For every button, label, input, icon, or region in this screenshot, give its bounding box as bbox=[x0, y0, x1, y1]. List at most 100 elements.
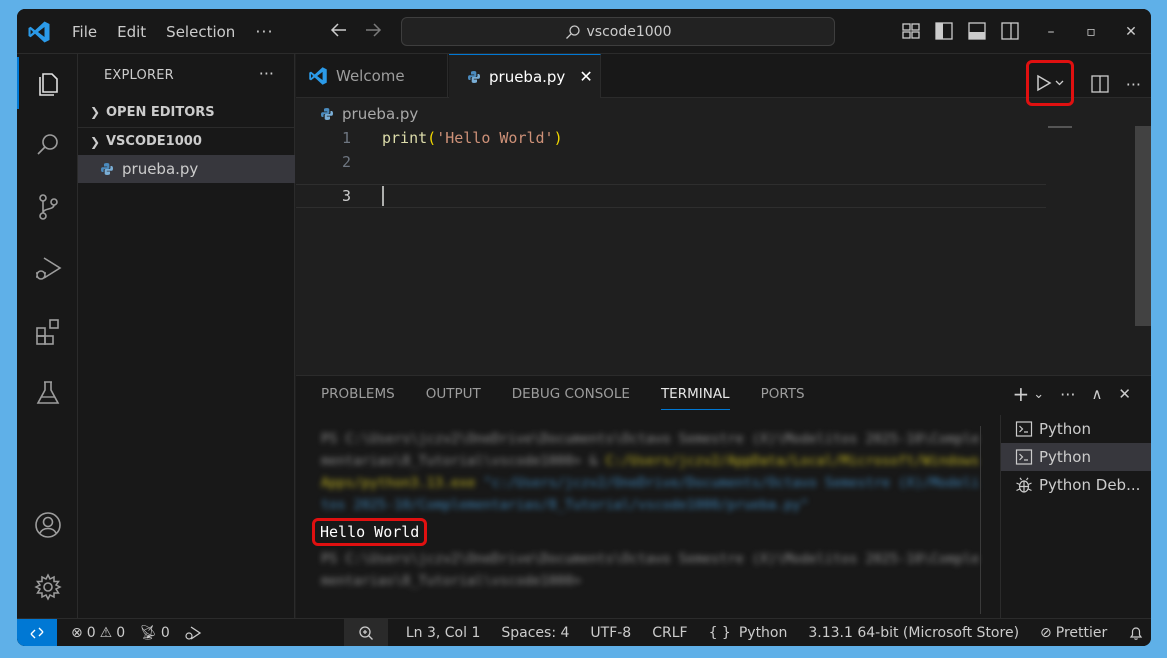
debug-icon bbox=[1016, 477, 1032, 493]
debug-status[interactable] bbox=[184, 624, 202, 642]
more-actions-button[interactable]: ··· bbox=[1126, 75, 1141, 94]
terminal-list: Python Python Python Deb... bbox=[1000, 415, 1151, 619]
vscode-logo-icon[interactable] bbox=[27, 20, 51, 44]
toggle-panel-icon[interactable] bbox=[967, 21, 987, 41]
close-tab-button[interactable]: ✕ bbox=[579, 67, 592, 86]
editor-scrollbar[interactable] bbox=[1135, 126, 1151, 326]
minimap[interactable] bbox=[1048, 126, 1072, 128]
forward-arrow-icon[interactable] bbox=[363, 19, 383, 41]
problems-status[interactable]: ⊗ 0 ⚠ 0 bbox=[71, 625, 125, 641]
tab-output[interactable]: OUTPUT bbox=[426, 376, 481, 412]
restore-button[interactable]: ▫ bbox=[1071, 9, 1111, 54]
python-interpreter[interactable]: 3.13.1 64-bit (Microsoft Store) bbox=[808, 625, 1019, 641]
command-center-search[interactable]: vscode1000 bbox=[401, 17, 835, 46]
run-debug-activity[interactable] bbox=[17, 243, 78, 295]
search-text: vscode1000 bbox=[586, 23, 672, 40]
maximize-panel-button[interactable]: ∧ bbox=[1091, 385, 1102, 403]
text-cursor bbox=[382, 186, 384, 206]
layout-controls bbox=[901, 21, 1020, 41]
prohibited-icon: ⊘ bbox=[1040, 624, 1052, 641]
title-bar: File Edit Selection ··· vscode1000 – ▫ ✕ bbox=[17, 9, 1151, 54]
vscode-window: File Edit Selection ··· vscode1000 – ▫ ✕ bbox=[17, 9, 1151, 646]
bell-icon bbox=[1130, 626, 1143, 640]
breadcrumb-file: prueba.py bbox=[342, 105, 419, 123]
account-icon bbox=[34, 512, 61, 538]
line-number: 1 bbox=[341, 129, 351, 147]
language-mode[interactable]: { } Python bbox=[709, 625, 788, 641]
chevron-down-icon[interactable]: ⌄ bbox=[1033, 387, 1044, 402]
menu-selection[interactable]: Selection bbox=[166, 23, 235, 41]
bottom-panel: PROBLEMS OUTPUT DEBUG CONSOLE TERMINAL P… bbox=[296, 375, 1151, 619]
cursor-position[interactable]: Ln 3, Col 1 bbox=[406, 625, 481, 641]
terminal-scrollbar[interactable] bbox=[980, 426, 981, 614]
remote-indicator[interactable] bbox=[17, 618, 57, 646]
terminal-item[interactable]: Python bbox=[1001, 443, 1151, 471]
tab-problems[interactable]: PROBLEMS bbox=[321, 376, 395, 412]
breadcrumb[interactable]: prueba.py bbox=[320, 103, 418, 125]
python-file-icon bbox=[101, 163, 113, 175]
ports-status[interactable]: 📡︎ 0 bbox=[139, 625, 170, 641]
explorer-more-actions[interactable]: ··· bbox=[259, 64, 274, 83]
close-panel-button[interactable]: ✕ bbox=[1118, 385, 1131, 403]
chevron-down-icon: ❯ bbox=[89, 134, 101, 149]
menu-more[interactable]: ··· bbox=[255, 22, 273, 41]
open-editors-section[interactable]: ❯ OPEN EDITORS bbox=[78, 98, 295, 126]
tab-prueba[interactable]: prueba.py ✕ bbox=[449, 54, 601, 98]
search-activity[interactable] bbox=[17, 119, 78, 171]
new-terminal-button[interactable]: + bbox=[1013, 382, 1030, 406]
line-number: 2 bbox=[341, 153, 351, 171]
tab-label: prueba.py bbox=[489, 67, 566, 86]
testing-activity[interactable] bbox=[17, 367, 78, 419]
customize-layout-icon[interactable] bbox=[901, 21, 921, 41]
terminal-item[interactable]: Python Deb... bbox=[1001, 471, 1151, 499]
tab-label: Welcome bbox=[336, 67, 405, 85]
accounts-activity[interactable] bbox=[17, 499, 78, 551]
menu-edit[interactable]: Edit bbox=[117, 23, 146, 41]
run-debug-icon bbox=[35, 257, 62, 280]
error-icon: ⊗ bbox=[71, 624, 83, 641]
back-arrow-icon[interactable] bbox=[329, 19, 349, 41]
indentation[interactable]: Spaces: 4 bbox=[501, 625, 569, 641]
minimize-button[interactable]: – bbox=[1031, 9, 1071, 54]
tab-ports[interactable]: PORTS bbox=[761, 376, 805, 412]
code-editor[interactable]: 1 print('Hello World') 2 3 bbox=[296, 125, 1136, 375]
debug-run-icon bbox=[185, 625, 202, 640]
terminal-icon bbox=[1015, 449, 1033, 465]
split-editor-icon[interactable] bbox=[1090, 74, 1110, 94]
notifications-bell[interactable] bbox=[1128, 625, 1144, 641]
navigation-arrows bbox=[329, 19, 383, 41]
settings-activity[interactable] bbox=[17, 561, 78, 613]
terminal-output[interactable]: PS C:\Users\jczv2\OneDrive\Documents\Oct… bbox=[312, 428, 981, 592]
terminal-command: PS C:\Users\jczv2\OneDrive\Documents\Oct… bbox=[321, 431, 980, 513]
explorer-activity[interactable] bbox=[17, 57, 78, 109]
panel-actions: + ⌄ ··· ∧ ✕ bbox=[1013, 382, 1132, 406]
vscode-logo-icon bbox=[309, 67, 327, 85]
tab-terminal[interactable]: TERMINAL bbox=[660, 376, 730, 412]
end-of-line[interactable]: CRLF bbox=[652, 625, 687, 641]
toggle-primary-sidebar-icon[interactable] bbox=[934, 21, 954, 41]
toggle-secondary-sidebar-icon[interactable] bbox=[1000, 21, 1020, 41]
activity-bar bbox=[17, 54, 78, 618]
status-bar: ⊗ 0 ⚠ 0 📡︎ 0 Ln 3, Col 1 Spaces: 4 UTF-8… bbox=[17, 618, 1151, 646]
encoding[interactable]: UTF-8 bbox=[590, 625, 631, 641]
folder-label: VSCODE1000 bbox=[106, 134, 202, 149]
folder-section[interactable]: ❯ VSCODE1000 bbox=[78, 127, 295, 155]
tab-debug-console[interactable]: DEBUG CONSOLE bbox=[512, 376, 630, 412]
open-editors-label: OPEN EDITORS bbox=[106, 104, 215, 120]
zoom-indicator[interactable] bbox=[343, 618, 388, 646]
menu-file[interactable]: File bbox=[72, 23, 97, 41]
file-name: prueba.py bbox=[122, 160, 199, 178]
terminal-item[interactable]: Python bbox=[1001, 415, 1151, 443]
panel-more-button[interactable]: ··· bbox=[1060, 385, 1075, 404]
line-number: 3 bbox=[341, 187, 351, 205]
run-python-file-button[interactable] bbox=[1025, 60, 1074, 106]
source-control-activity[interactable] bbox=[17, 181, 78, 233]
close-window-button[interactable]: ✕ bbox=[1111, 9, 1151, 54]
broadcast-icon: 📡︎ bbox=[139, 624, 157, 641]
python-file-icon bbox=[321, 108, 333, 120]
file-item-prueba[interactable]: prueba.py bbox=[78, 155, 295, 183]
flask-icon bbox=[36, 381, 59, 404]
tab-welcome[interactable]: Welcome bbox=[296, 54, 448, 98]
prettier-status[interactable]: ⊘ Prettier bbox=[1040, 625, 1107, 641]
extensions-activity[interactable] bbox=[17, 305, 78, 357]
